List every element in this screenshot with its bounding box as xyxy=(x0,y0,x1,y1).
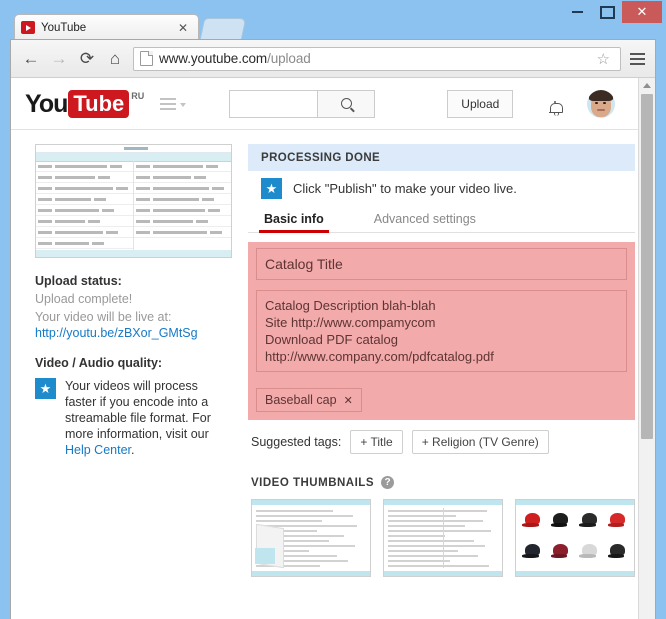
page-document-icon xyxy=(140,51,153,66)
browser-chrome: ← → ⟳ ⌂ www.youtube.com/upload ☆ You Tub… xyxy=(10,39,656,619)
page-vertical-scrollbar[interactable] xyxy=(638,78,655,619)
suggested-tags-row: Suggested tags: + Title + Religion (TV G… xyxy=(248,430,635,454)
suggested-tags-label: Suggested tags: xyxy=(251,435,342,449)
description-line: Catalog Description blah-blah xyxy=(265,298,436,313)
youtube-masthead: You Tube RU Upload xyxy=(11,78,639,130)
os-window: ✕ YouTube ✕ ← → ⟳ ⌂ www.youtube.com/uplo… xyxy=(0,0,666,619)
tab-title: YouTube xyxy=(41,21,87,34)
notifications-button[interactable] xyxy=(545,92,565,116)
url-domain: www.youtube.com xyxy=(159,51,268,66)
reload-icon[interactable]: ⟳ xyxy=(73,45,101,73)
cap-grey xyxy=(576,508,603,537)
description-line: Site http://www.compamycom xyxy=(265,315,436,330)
upload-page-body: Upload status: Upload complete! Your vid… xyxy=(11,130,639,577)
thumbnail-option-1[interactable] xyxy=(251,499,371,577)
cap-dark xyxy=(605,539,632,568)
bookmark-star-icon[interactable]: ☆ xyxy=(593,50,614,68)
quality-hint-body: Your videos will process faster if you e… xyxy=(65,379,211,441)
video-description-input[interactable]: Catalog Description blah-blah Site http:… xyxy=(256,290,627,372)
youtube-play-icon xyxy=(21,21,35,34)
browser-tab[interactable]: YouTube ✕ xyxy=(14,14,199,40)
video-thumbnail-options xyxy=(248,499,635,577)
suggested-tag-religion-button[interactable]: + Religion (TV Genre) xyxy=(411,430,549,454)
quality-label: Video / Audio quality: xyxy=(35,356,163,370)
quality-hint-text: Your videos will process faster if you e… xyxy=(65,378,231,458)
page-viewport: You Tube RU Upload Upload status: Upload… xyxy=(11,78,655,619)
cap-black xyxy=(548,508,575,537)
live-at-url-link[interactable]: http://youtu.be/zBXor_GMtSg xyxy=(35,326,231,340)
quality-hint-period: . xyxy=(131,443,135,457)
guide-menu-icon[interactable] xyxy=(160,97,187,110)
chevron-down-icon xyxy=(180,103,187,107)
tag-chip-label: Baseball cap xyxy=(265,393,337,407)
logo-you-text: You xyxy=(25,89,68,118)
cap-navy xyxy=(519,539,546,568)
browser-nav-bar: ← → ⟳ ⌂ www.youtube.com/upload ☆ xyxy=(11,40,655,78)
thumbnail-option-3[interactable] xyxy=(515,499,635,577)
tab-advanced-settings[interactable]: Advanced settings xyxy=(371,212,479,232)
back-icon[interactable]: ← xyxy=(17,45,45,73)
upload-button[interactable]: Upload xyxy=(447,89,514,118)
logo-country-code: RU xyxy=(131,90,145,101)
close-icon[interactable]: ✕ xyxy=(174,21,192,35)
search-form xyxy=(229,89,376,118)
new-tab-button[interactable] xyxy=(199,18,247,40)
processing-status-bar: PROCESSING DONE xyxy=(248,144,635,171)
close-icon[interactable]: ✕ xyxy=(344,394,353,407)
upload-main: PROCESSING DONE ★ Click "Publish" to mak… xyxy=(231,144,639,577)
upload-status-label: Upload status: xyxy=(35,274,122,288)
video-thumbnails-heading: VIDEO THUMBNAILS xyxy=(251,476,374,489)
description-line: Download PDF catalog http://www.company.… xyxy=(265,332,494,364)
address-bar[interactable]: www.youtube.com/upload ☆ xyxy=(133,46,621,71)
publish-hint-text: Click "Publish" to make your video live. xyxy=(293,180,517,196)
star-icon: ★ xyxy=(261,177,282,199)
star-icon: ★ xyxy=(35,378,56,399)
avatar[interactable] xyxy=(587,89,616,118)
address-bar-text: www.youtube.com/upload xyxy=(159,51,311,66)
home-icon[interactable]: ⌂ xyxy=(101,45,129,73)
tag-chip[interactable]: Baseball cap ✕ xyxy=(256,388,362,412)
forward-icon[interactable]: → xyxy=(45,45,73,73)
upload-status-value: Upload complete! xyxy=(35,292,133,306)
scroll-up-arrow-icon[interactable] xyxy=(639,78,654,93)
cap-red xyxy=(519,508,546,537)
video-preview-thumbnail xyxy=(35,144,232,258)
page-content: You Tube RU Upload Upload status: Upload… xyxy=(11,78,639,619)
video-title-input[interactable]: Catalog Title xyxy=(256,248,627,280)
upload-sidebar: Upload status: Upload complete! Your vid… xyxy=(11,144,232,577)
url-path: /upload xyxy=(267,51,311,66)
help-icon[interactable]: ? xyxy=(381,476,394,489)
thumbnail-option-2[interactable] xyxy=(383,499,503,577)
upload-form: Catalog Title Catalog Description blah-b… xyxy=(248,242,635,420)
bell-icon xyxy=(548,100,563,116)
cap-red-2 xyxy=(605,508,632,537)
tab-basic-info[interactable]: Basic info xyxy=(259,212,329,233)
quality-hint: ★ Your videos will process faster if you… xyxy=(35,378,231,458)
publish-hint-row: ★ Click "Publish" to make your video liv… xyxy=(248,171,635,205)
browser-menu-icon[interactable] xyxy=(625,45,649,73)
help-center-link[interactable]: Help Center xyxy=(65,443,131,457)
live-at-label: Your video will be live at: xyxy=(35,310,172,324)
cap-maroon xyxy=(548,539,575,568)
cap-white xyxy=(576,539,603,568)
search-input[interactable] xyxy=(229,89,319,118)
upload-tabs: Basic info Advanced settings xyxy=(248,205,635,233)
video-thumbnails-header: VIDEO THUMBNAILS ? xyxy=(248,476,635,489)
search-button[interactable] xyxy=(318,89,376,118)
video-tags-input[interactable]: Baseball cap ✕ xyxy=(256,388,627,412)
suggested-tag-title-button[interactable]: + Title xyxy=(350,430,403,454)
scrollbar-thumb[interactable] xyxy=(641,94,653,439)
search-icon xyxy=(340,98,352,109)
browser-tab-strip: YouTube ✕ xyxy=(0,14,666,40)
youtube-logo[interactable]: You Tube RU xyxy=(25,89,145,118)
logo-tube-text: Tube xyxy=(68,89,130,118)
